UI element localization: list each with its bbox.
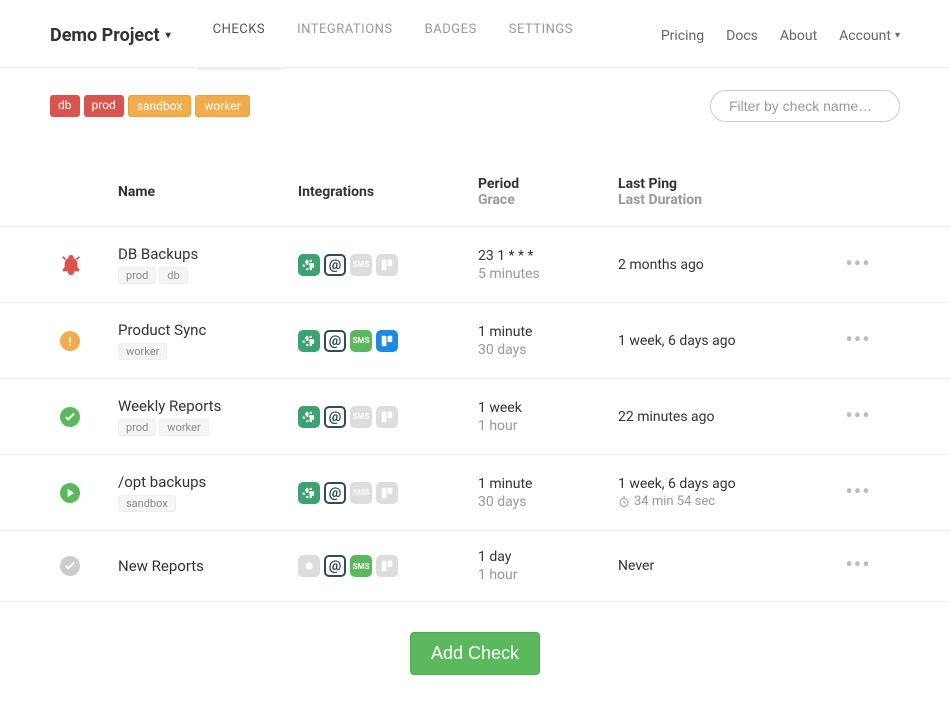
check-name[interactable]: Weekly Reports bbox=[118, 397, 298, 415]
caret-down-icon: ▾ bbox=[166, 30, 171, 41]
check-name[interactable]: New Reports bbox=[118, 557, 298, 575]
check-tag: db bbox=[159, 267, 187, 284]
sms-icon[interactable]: SMS bbox=[350, 330, 372, 352]
filter-tag-prod[interactable]: prod bbox=[84, 95, 124, 117]
caret-down-icon: ▾ bbox=[895, 30, 900, 41]
check-last-ping: 1 week, 6 days ago bbox=[618, 333, 838, 349]
nav-checks[interactable]: CHECKS bbox=[197, 18, 281, 70]
nav-pricing[interactable]: Pricing bbox=[661, 28, 704, 44]
check-icon bbox=[60, 556, 80, 576]
check-last-ping: 1 week, 6 days ago bbox=[618, 476, 838, 492]
row-menu-button[interactable]: ••• bbox=[845, 412, 870, 422]
check-grace: 1 hour bbox=[478, 567, 618, 583]
check-grace: 1 hour bbox=[478, 418, 618, 434]
slack-icon[interactable] bbox=[298, 406, 320, 428]
col-last-duration: Last Duration bbox=[618, 192, 838, 208]
check-name[interactable]: /opt backups bbox=[118, 473, 298, 491]
check-period: 1 day bbox=[478, 549, 618, 565]
check-tag: worker bbox=[118, 343, 167, 360]
col-name: Name bbox=[118, 184, 298, 200]
email-icon[interactable]: @ bbox=[324, 254, 346, 276]
check-grace: 5 minutes bbox=[478, 266, 618, 282]
check-period: 1 minute bbox=[478, 324, 618, 340]
check-row: Weekly Reports prodworker @SMS 1 week 1 hour… bbox=[0, 379, 950, 455]
nav-badges[interactable]: BADGES bbox=[409, 18, 493, 53]
sms-icon[interactable]: SMS bbox=[350, 555, 372, 577]
check-tag: sandbox bbox=[118, 495, 176, 512]
check-last-ping: Never bbox=[618, 558, 838, 574]
bell-alert-icon bbox=[60, 254, 82, 276]
trello-icon[interactable] bbox=[376, 330, 398, 352]
col-grace: Grace bbox=[478, 192, 618, 208]
check-duration: 34 min 54 sec bbox=[618, 494, 838, 509]
row-menu-button[interactable]: ••• bbox=[845, 260, 870, 270]
filter-tag-worker[interactable]: worker bbox=[195, 95, 249, 117]
nav-settings[interactable]: SETTINGS bbox=[493, 18, 589, 53]
check-grace: 30 days bbox=[478, 342, 618, 358]
check-name[interactable]: Product Sync bbox=[118, 321, 298, 339]
filter-tag-sandbox[interactable]: sandbox bbox=[128, 95, 192, 117]
check-last-ping: 22 minutes ago bbox=[618, 409, 838, 425]
trello-icon[interactable] bbox=[376, 254, 398, 276]
row-menu-button[interactable]: ••• bbox=[845, 561, 870, 571]
project-switcher[interactable]: Demo Project ▾ bbox=[50, 25, 171, 46]
slack-icon[interactable] bbox=[298, 555, 320, 577]
trello-icon[interactable] bbox=[376, 555, 398, 577]
nav-docs[interactable]: Docs bbox=[726, 28, 758, 44]
sms-icon[interactable]: SMS bbox=[350, 482, 372, 504]
slack-icon[interactable] bbox=[298, 254, 320, 276]
check-row: New Reports @SMS 1 day 1 hourNever ••• bbox=[0, 531, 950, 602]
row-menu-button[interactable]: ••• bbox=[845, 488, 870, 498]
nav-account[interactable]: Account▾ bbox=[839, 28, 900, 44]
check-period: 1 minute bbox=[478, 476, 618, 492]
email-icon[interactable]: @ bbox=[324, 406, 346, 428]
check-row: /opt backups sandbox @SMS 1 minute 30 days1 … bbox=[0, 455, 950, 531]
check-icon bbox=[60, 407, 80, 427]
trello-icon[interactable] bbox=[376, 482, 398, 504]
email-icon[interactable]: @ bbox=[324, 330, 346, 352]
trello-icon[interactable] bbox=[376, 406, 398, 428]
email-icon[interactable]: @ bbox=[324, 555, 346, 577]
check-tag: prod bbox=[118, 267, 156, 284]
add-check-button[interactable]: Add Check bbox=[410, 632, 540, 675]
check-row: Product Sync worker @SMS 1 minute 30 days1 w… bbox=[0, 303, 950, 379]
col-period: Period bbox=[478, 176, 618, 192]
check-last-ping: 2 months ago bbox=[618, 257, 838, 273]
check-row: DB Backups proddb @SMS 23 1 * * * 5 minutes2… bbox=[0, 227, 950, 303]
filter-tag-db[interactable]: db bbox=[50, 95, 80, 117]
col-last-ping: Last Ping bbox=[618, 176, 838, 192]
check-period: 1 week bbox=[478, 400, 618, 416]
sms-icon[interactable]: SMS bbox=[350, 406, 372, 428]
col-integrations: Integrations bbox=[298, 184, 478, 200]
row-menu-button[interactable]: ••• bbox=[845, 336, 870, 346]
email-icon[interactable]: @ bbox=[324, 482, 346, 504]
slack-icon[interactable] bbox=[298, 482, 320, 504]
sms-icon[interactable]: SMS bbox=[350, 254, 372, 276]
check-tag: prod bbox=[118, 419, 156, 436]
check-name[interactable]: DB Backups bbox=[118, 245, 298, 263]
play-icon bbox=[60, 483, 80, 503]
search-input[interactable] bbox=[710, 90, 900, 122]
check-tag: worker bbox=[159, 419, 208, 436]
stopwatch-icon bbox=[618, 496, 630, 508]
slack-icon[interactable] bbox=[298, 330, 320, 352]
nav-integrations[interactable]: INTEGRATIONS bbox=[281, 18, 409, 53]
project-title: Demo Project bbox=[50, 25, 160, 46]
check-period: 23 1 * * * bbox=[478, 248, 618, 264]
warning-icon bbox=[60, 331, 80, 351]
check-grace: 30 days bbox=[478, 494, 618, 510]
nav-about[interactable]: About bbox=[780, 28, 817, 44]
